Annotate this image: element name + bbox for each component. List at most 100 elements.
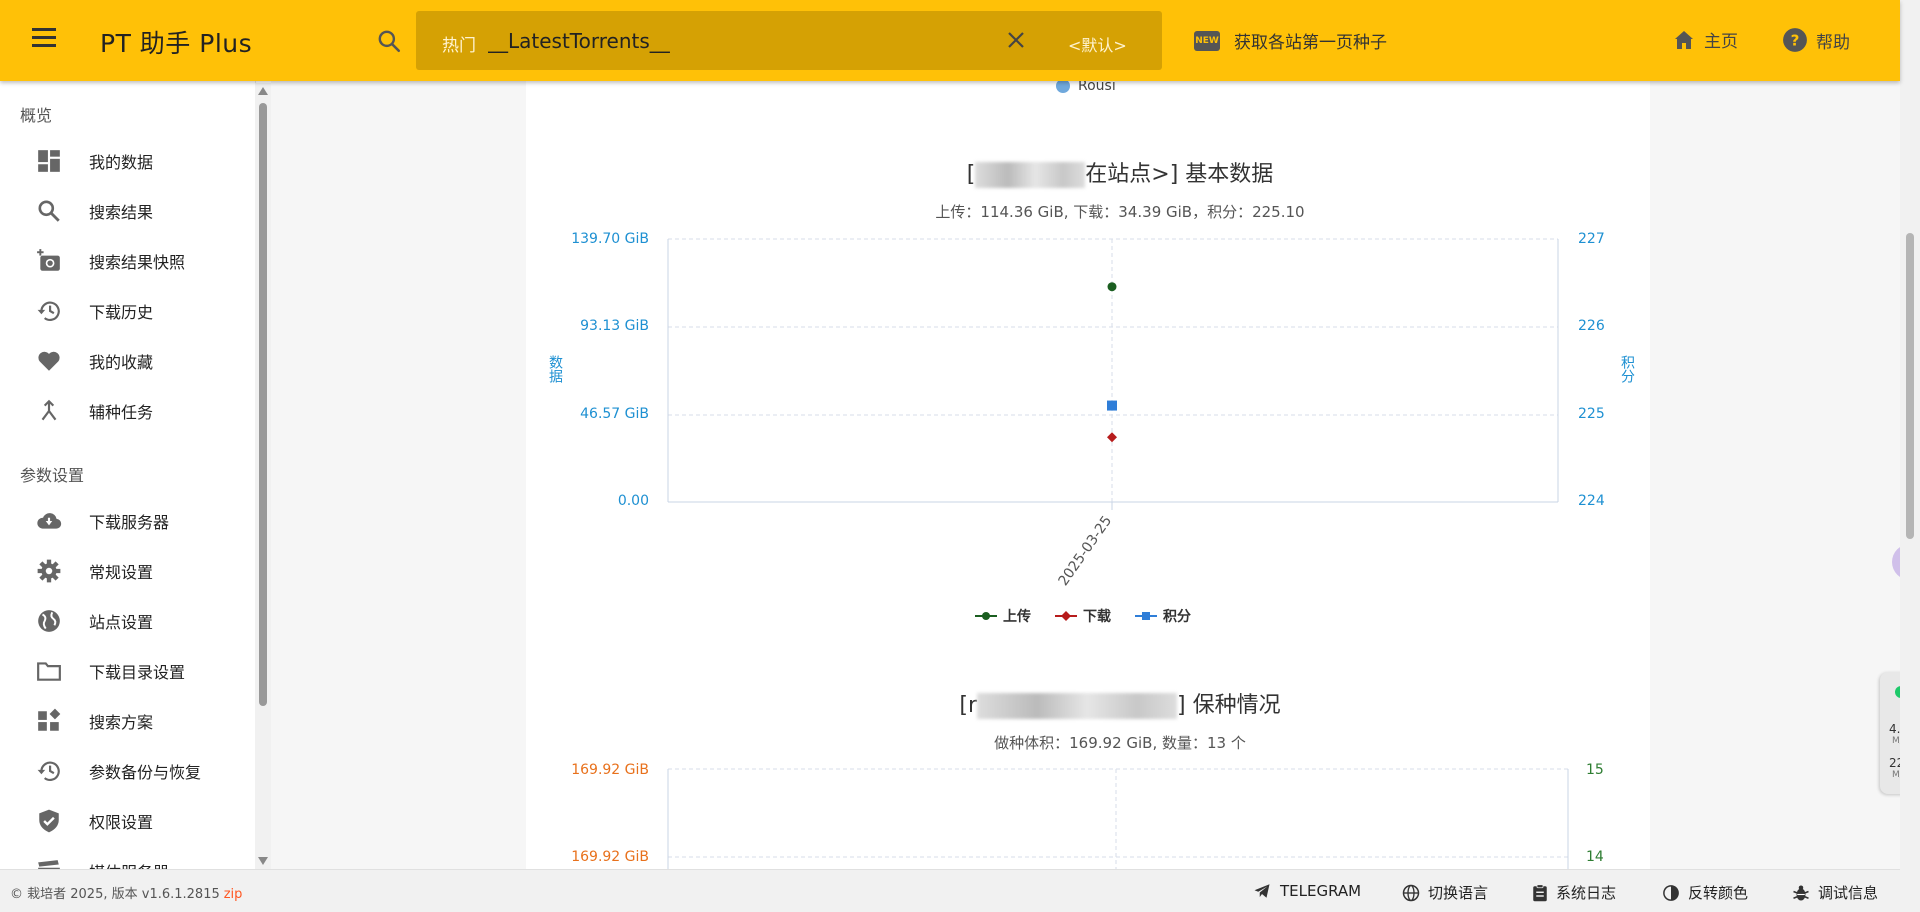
copyright-label: © 栽培者 2025, 版本 v1.6.1.2815	[10, 887, 220, 902]
sidebar-item-label: 常规设置	[89, 563, 154, 582]
sidebar-item-label: 下载目录设置	[89, 663, 186, 682]
data-point-上传[interactable]	[1107, 282, 1117, 292]
history-icon	[37, 301, 60, 321]
legend-label: 积分	[1163, 609, 1191, 625]
sidebar-item-permissions[interactable]: 权限设置	[0, 796, 255, 846]
system-log-button[interactable]: 系统日志	[1532, 882, 1616, 903]
help-icon: ?	[1783, 28, 1807, 52]
debug-info-button[interactable]: 调试信息	[1792, 882, 1878, 903]
chart-title-prefix: [r	[959, 693, 978, 718]
redacted-site-name	[977, 693, 1178, 719]
basic-data-chart-title: [在站点>] 基本数据	[920, 156, 1320, 188]
data-point-积分[interactable]	[1107, 400, 1117, 411]
switch-language-button[interactable]: 切换语言	[1402, 882, 1488, 903]
section-settings-title: 参数设置	[20, 466, 85, 485]
sidebar-item-label: 搜索结果	[89, 203, 154, 222]
sidebar-item-label: 站点设置	[89, 613, 154, 632]
y-right-tick: 226	[1578, 318, 1605, 334]
y-right-tick: 227	[1578, 231, 1605, 247]
y-left-tick: 169.92 GiB	[571, 762, 649, 778]
help-button[interactable]: ? 帮助	[1782, 27, 1850, 53]
y-right-tick: 224	[1578, 493, 1605, 509]
globe-icon	[38, 610, 60, 632]
search-scheme-selector[interactable]: <默认>	[1068, 32, 1127, 56]
y-left-tick: 93.13 GiB	[580, 318, 649, 334]
y-left-tick: 169.92 GiB	[571, 849, 649, 865]
hamburger-menu-button[interactable]	[32, 28, 58, 50]
bug-icon	[1793, 885, 1809, 900]
sidebar-item-label: 参数备份与恢复	[89, 763, 202, 782]
chart-title-prefix: [	[966, 162, 976, 187]
sidebar-item-label: 辅种任务	[89, 403, 154, 422]
data-point-下载[interactable]	[1107, 432, 1117, 443]
legend-item-upload[interactable]: 上传	[975, 606, 1031, 626]
search-tag[interactable]: 热门	[442, 31, 476, 56]
home-button[interactable]: 主页	[1672, 27, 1738, 52]
y-right-tick: 15	[1586, 762, 1604, 778]
telegram-label: TELEGRAM	[1280, 882, 1362, 900]
legend-item-score[interactable]: 积分	[1135, 606, 1191, 626]
sidebar-item-label: 我的数据	[89, 153, 154, 172]
sidebar-item-favorites[interactable]: 我的收藏	[0, 336, 255, 386]
main-scroll-thumb[interactable]	[1906, 233, 1914, 539]
merge-icon	[41, 399, 57, 421]
fetch-latest-button[interactable]: NEW 获取各站第一页种子	[1194, 28, 1387, 53]
basic-data-plot: 2025-03-25	[667, 238, 1559, 589]
sidebar-item-search-results[interactable]: 搜索结果	[0, 186, 255, 236]
system-log-label: 系统日志	[1556, 884, 1617, 902]
scroll-down-arrow-icon[interactable]	[258, 857, 268, 865]
legend-item-download[interactable]: 下载	[1055, 606, 1111, 626]
footer: © 栽培者 2025, 版本 v1.6.1.2815 zip TELEGRAM 切…	[0, 869, 1900, 912]
sidebar-item-label: 搜索结果快照	[89, 253, 186, 272]
cloud-download-icon	[37, 513, 62, 529]
seeding-chart-title: [r] 保种情况	[820, 687, 1420, 719]
y-right-axis-title: 积分	[1619, 355, 1635, 383]
legend-upload-marker-icon	[975, 612, 997, 620]
sidebar-scroll-thumb[interactable]	[259, 103, 267, 706]
basic-data-chart-subtitle: 上传：114.36 GiB, 下载：34.39 GiB，积分：225.10	[935, 203, 1305, 221]
navigation-drawer: 概览 我的数据 搜索结果 搜索结果快照 下载历史 我的收藏 辅种任务 参数设置 …	[0, 81, 256, 869]
app-title: PT 助手 Plus	[100, 29, 253, 58]
sidebar-item-site-settings[interactable]: 站点设置	[0, 596, 255, 646]
sidebar-item-download-history[interactable]: 下载历史	[0, 286, 255, 336]
section-overview-title: 概览	[20, 106, 53, 125]
sidebar-item-label: 下载历史	[89, 303, 154, 322]
sidebar-item-label: 下载服务器	[89, 513, 170, 532]
y-right-tick: 14	[1586, 849, 1604, 865]
sidebar-item-download-servers[interactable]: 下载服务器	[0, 496, 255, 546]
redacted-site-name	[975, 162, 1086, 188]
copyright-text: © 栽培者 2025, 版本 v1.6.1.2815 zip	[10, 883, 242, 902]
sidebar-item-reseed-tasks[interactable]: 辅种任务	[0, 386, 255, 436]
sidebar-item-general-settings[interactable]: 常规设置	[0, 546, 255, 596]
search-icon[interactable]	[376, 28, 402, 54]
legend-download-marker-icon	[1055, 611, 1077, 621]
sidebar-item-search-schemes[interactable]: 搜索方案	[0, 696, 255, 746]
main-scrollbar[interactable]	[1900, 0, 1920, 912]
sidebar-item-label: 权限设置	[89, 813, 154, 832]
seeding-plot	[667, 768, 1569, 869]
sidebar-item-search-snapshot[interactable]: 搜索结果快照	[0, 236, 255, 286]
heart-icon	[38, 351, 60, 371]
close-icon[interactable]	[1004, 28, 1028, 52]
fetch-latest-label: 获取各站第一页种子	[1234, 33, 1387, 53]
chart-title-fragment: 在站点>	[1085, 162, 1170, 187]
home-label: 主页	[1704, 32, 1738, 52]
invert-colors-label: 反转颜色	[1688, 884, 1749, 902]
globe-icon	[1402, 884, 1420, 901]
sidebar-scrollbar[interactable]	[255, 83, 271, 869]
scroll-up-arrow-icon[interactable]	[258, 87, 268, 95]
invert-colors-button[interactable]: 反转颜色	[1662, 882, 1748, 903]
camera-add-icon	[37, 249, 60, 271]
sidebar-item-my-data[interactable]: 我的数据	[0, 136, 255, 186]
sidebar-item-media-servers[interactable]: 媒体服务器	[0, 846, 255, 869]
new-badge-icon: NEW	[1194, 30, 1220, 51]
sidebar-item-download-dir-settings[interactable]: 下载目录设置	[0, 646, 255, 696]
zip-link[interactable]: zip	[224, 887, 243, 902]
y-right-tick: 225	[1578, 406, 1605, 422]
search-input[interactable]	[488, 25, 968, 57]
home-icon	[1675, 30, 1693, 49]
debug-info-label: 调试信息	[1818, 884, 1879, 902]
sidebar-item-backup-restore[interactable]: 参数备份与恢复	[0, 746, 255, 796]
folder-icon	[37, 662, 61, 681]
telegram-button[interactable]: TELEGRAM	[1252, 882, 1361, 900]
